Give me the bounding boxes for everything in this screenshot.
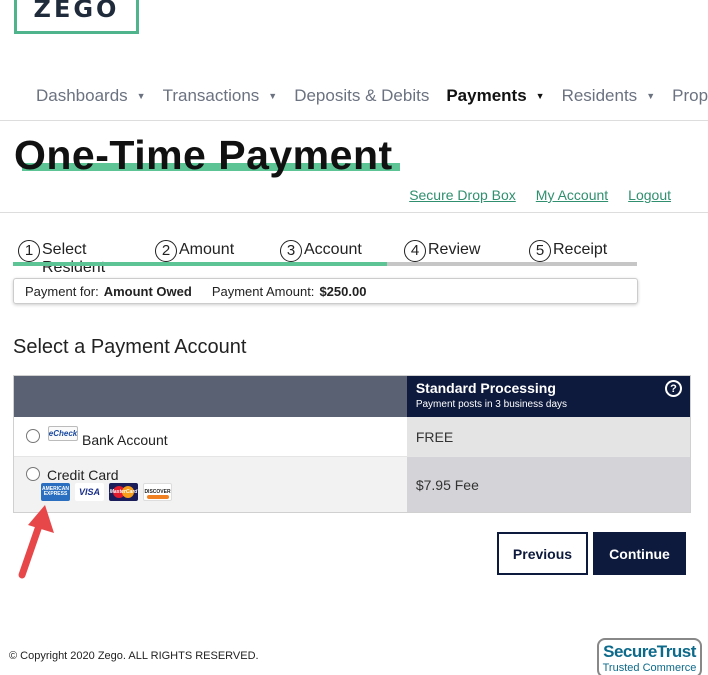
payment-for-label: Payment for: xyxy=(25,283,99,299)
step-label: Amount xyxy=(179,241,235,258)
step-review: 4 Review xyxy=(404,240,480,262)
standard-processing-header: Standard Processing Payment posts in 3 b… xyxy=(406,376,690,417)
step-account: 3 Account xyxy=(280,240,362,262)
previous-button[interactable]: Previous xyxy=(497,532,588,575)
credit-card-row[interactable]: Credit Card AMERICAN EXPRESS VISA Master… xyxy=(14,456,690,512)
nav-label: Residents xyxy=(561,86,638,105)
step-receipt: 5 Receipt xyxy=(529,240,607,262)
nav-label: Dashboards xyxy=(36,86,128,105)
trust-subtitle: Trusted Commerce xyxy=(602,662,697,674)
caret-down-icon: ▼ xyxy=(535,91,545,101)
step-number: 1 xyxy=(18,240,40,262)
payment-summary: Payment for: Amount Owed Payment Amount:… xyxy=(13,278,638,304)
header-subtitle: Payment posts in 3 business days xyxy=(415,399,568,410)
table-header: Standard Processing Payment posts in 3 b… xyxy=(14,376,690,417)
caret-down-icon: ▼ xyxy=(136,91,146,101)
header-blank xyxy=(14,376,407,417)
mastercard-text: MasterCard xyxy=(109,489,138,495)
step-label: Review xyxy=(428,241,481,258)
top-nav: Dashboards ▼ Transactions ▼ Deposits & Deb… xyxy=(36,86,708,106)
nav-label: Payments xyxy=(446,86,527,105)
bank-account-radio[interactable] xyxy=(26,429,40,443)
echeck-icon: eCheck xyxy=(48,426,78,441)
section-title: Select a Payment Account xyxy=(13,336,247,358)
payment-account-table: Standard Processing Payment posts in 3 b… xyxy=(13,375,691,513)
amex-icon: AMERICAN EXPRESS xyxy=(41,483,70,501)
secure-drop-box-link[interactable]: Secure Drop Box xyxy=(409,187,516,203)
nav-properties[interactable]: Prope xyxy=(672,86,708,106)
nav-label: Transactions xyxy=(162,86,260,105)
progress-fill xyxy=(13,262,387,266)
continue-button[interactable]: Continue xyxy=(593,532,686,575)
nav-deposits-debits[interactable]: Deposits & Debits xyxy=(294,86,429,106)
nav-label: Deposits & Debits xyxy=(294,86,430,105)
visa-icon: VISA xyxy=(75,483,104,501)
red-arrow-annotation xyxy=(18,505,54,579)
copyright-text: © Copyright 2020 Zego. ALL RIGHTS RESERV… xyxy=(9,650,259,662)
payment-amount-value: $250.00 xyxy=(319,283,367,299)
step-amount: 2 Amount xyxy=(155,240,234,262)
credit-card-fee: $7.95 Fee xyxy=(406,457,690,512)
bank-account-option: eCheck Bank Account xyxy=(14,417,407,456)
nav-residents[interactable]: Residents ▼ xyxy=(562,86,656,106)
step-number: 3 xyxy=(280,240,302,262)
header-title: Standard Processing xyxy=(415,380,556,396)
nav-label: Prope xyxy=(672,86,708,105)
logout-link[interactable]: Logout xyxy=(628,187,671,203)
bank-account-row[interactable]: eCheck Bank Account FREE xyxy=(14,417,690,456)
nav-divider xyxy=(0,120,708,121)
step-label: Select Resident xyxy=(42,241,106,276)
step-number: 2 xyxy=(155,240,177,262)
bank-account-label: Bank Account xyxy=(82,432,168,448)
step-select-resident: 1 Select Resident xyxy=(18,240,138,277)
step-number: 4 xyxy=(404,240,426,262)
credit-card-radio[interactable] xyxy=(26,467,40,481)
step-label: Account xyxy=(304,241,362,258)
caret-down-icon: ▼ xyxy=(268,91,278,101)
step-number: 5 xyxy=(529,240,551,262)
payment-amount-label: Payment Amount: xyxy=(211,283,315,299)
bank-account-fee: FREE xyxy=(406,417,690,456)
account-links: Secure Drop Box My Account Logout xyxy=(409,187,671,203)
card-logos: AMERICAN EXPRESS VISA MasterCard DISCOVE… xyxy=(41,483,172,501)
credit-card-option: Credit Card AMERICAN EXPRESS VISA Master… xyxy=(14,457,407,512)
payment-for-value: Amount Owed xyxy=(103,283,192,299)
logo-text: ZEGO xyxy=(33,0,120,23)
header-divider xyxy=(0,212,708,213)
my-account-link[interactable]: My Account xyxy=(536,187,608,203)
mastercard-icon: MasterCard xyxy=(109,483,138,501)
step-label: Receipt xyxy=(553,241,608,258)
nav-payments[interactable]: Payments ▼ xyxy=(446,86,544,106)
page-title: One-Time Payment xyxy=(14,132,393,178)
help-icon[interactable]: ? xyxy=(665,380,682,397)
credit-card-label: Credit Card xyxy=(47,467,119,483)
caret-down-icon: ▼ xyxy=(646,91,656,101)
trust-title: SecureTrust xyxy=(603,642,696,661)
nav-transactions[interactable]: Transactions ▼ xyxy=(163,86,278,106)
discover-icon: DISCOVER xyxy=(143,483,172,501)
zego-logo[interactable]: ZEGO xyxy=(14,0,139,34)
securetrust-badge[interactable]: SecureTrust Trusted Commerce xyxy=(597,638,702,675)
nav-dashboards[interactable]: Dashboards ▼ xyxy=(36,86,146,106)
